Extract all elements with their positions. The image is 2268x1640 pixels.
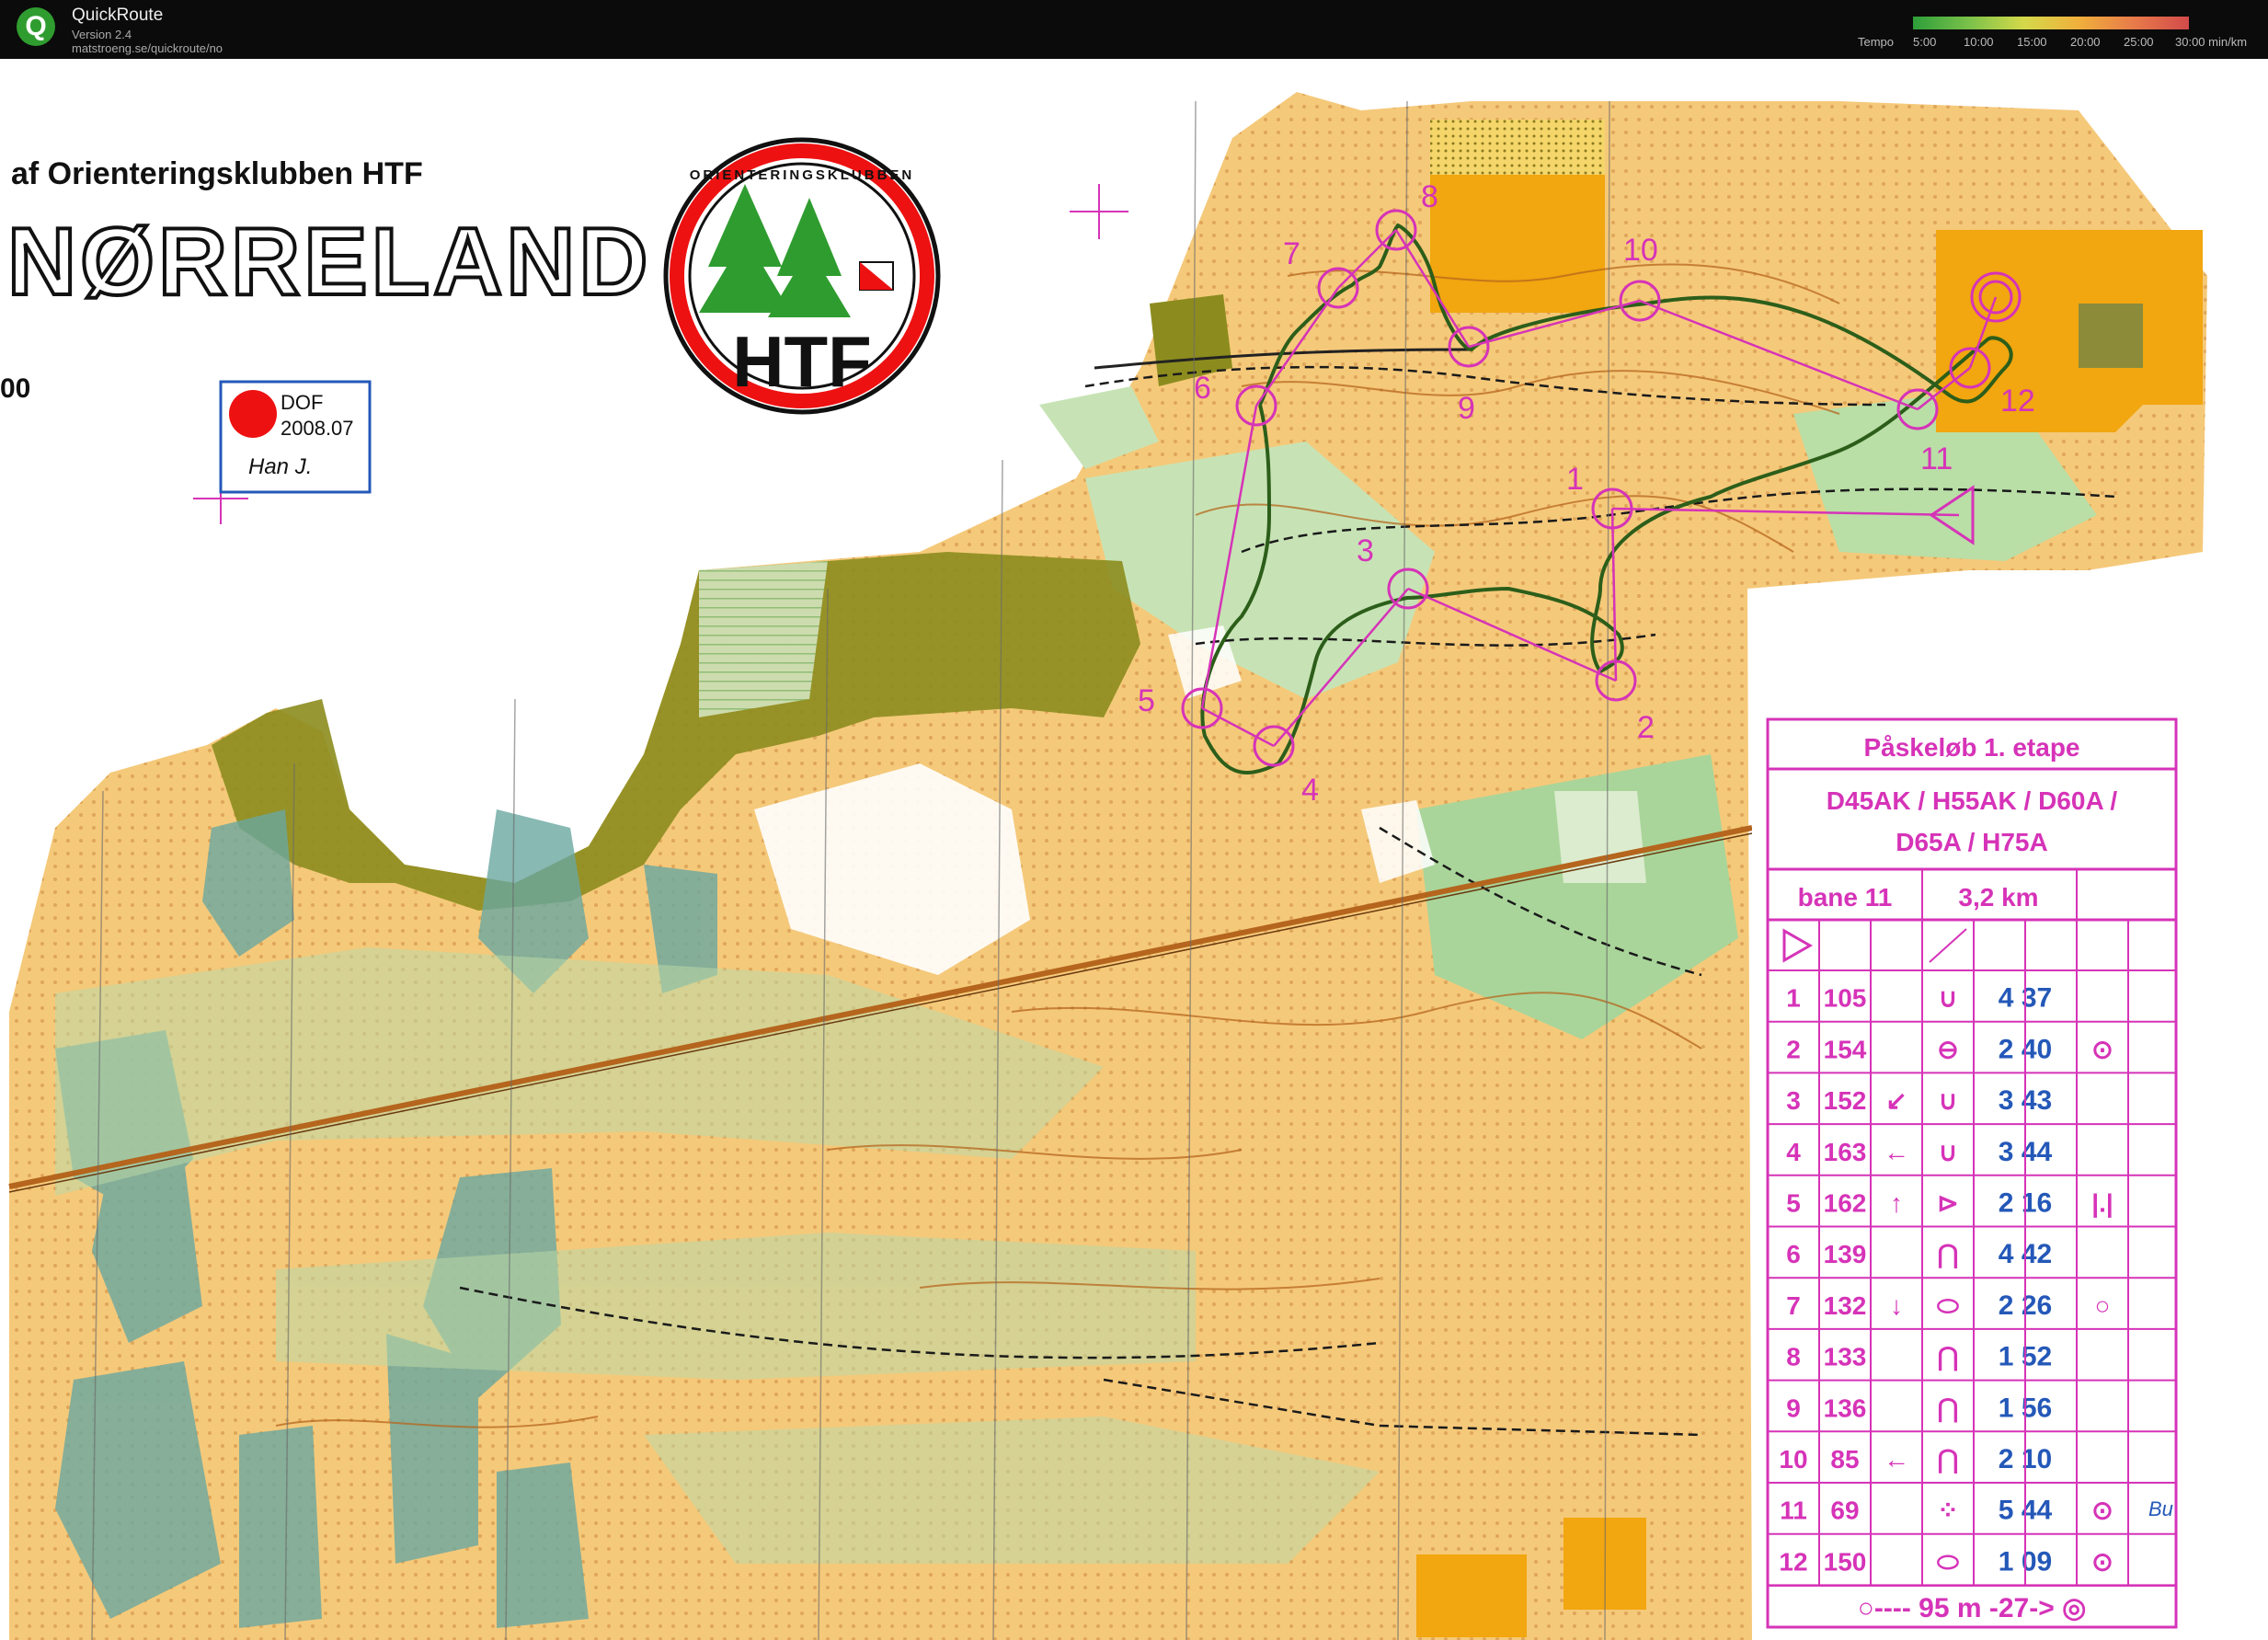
table-cell-code: 154 (1824, 1035, 1867, 1063)
table-cell-feat: ⋂ (1938, 1343, 1959, 1371)
table-cell-extra: ○ (2095, 1291, 2111, 1320)
control-number: 3 (1357, 533, 1374, 568)
table-cell-extra: ⊙ (2091, 1547, 2113, 1576)
table-cell-code: 162 (1824, 1189, 1867, 1218)
table-cell-feat: ⁘ (1937, 1497, 1958, 1525)
table-cell-extra: |.| (2091, 1189, 2113, 1218)
club-line: af Orienteringsklubben HTF (11, 156, 423, 191)
table-cell-feat: ∪ (1939, 1138, 1958, 1166)
table-cell-num: 9 (1786, 1393, 1801, 1422)
table-cell-code: 150 (1824, 1547, 1867, 1576)
course-classes-line2: D65A / H75A (1896, 828, 2047, 856)
open-field (1416, 1554, 1527, 1637)
table-cell-num: 6 (1786, 1240, 1801, 1268)
course-classes-line1: D45AK / H55AK / D60A / (1827, 786, 2118, 815)
table-cell-code: 152 (1824, 1086, 1867, 1115)
table-cell-code: 136 (1824, 1393, 1867, 1422)
open-field (1430, 120, 1605, 175)
table-cell-num: 4 (1786, 1138, 1801, 1166)
control-number: 5 (1138, 683, 1155, 718)
dof-logo-icon (229, 390, 277, 438)
control-number: 9 (1458, 391, 1475, 426)
table-cell-feat: ∪ (1939, 984, 1958, 1013)
table-cell-num: 12 (1779, 1547, 1807, 1576)
table-cell-feat: ⋂ (1938, 1445, 1959, 1474)
table-cell-code: 133 (1824, 1343, 1867, 1371)
table-cell-num: 8 (1786, 1343, 1801, 1371)
dof-label: DOF (281, 391, 323, 414)
app-name: QuickRoute (72, 6, 164, 25)
table-cell-feat: ⋂ (1938, 1393, 1959, 1422)
table-cell-dir: ← (1884, 1138, 1909, 1166)
control-number: 4 (1301, 773, 1319, 808)
quickroute-logo-icon: Q (17, 7, 55, 46)
scale-fragment: 00 (0, 373, 30, 404)
table-cell-extra: ⊙ (2091, 1035, 2113, 1063)
open-field (1430, 175, 1605, 313)
app-version: Version 2.4 (72, 28, 132, 41)
orienteering-map[interactable]: 1 2 3 4 5 6 7 8 9 10 11 12 af Orienterin… (0, 59, 2268, 1640)
table-cell-num: 3 (1786, 1086, 1801, 1115)
control-description-table: Påskeløb 1. etape D45AK / H55AK / D60A /… (1752, 699, 2218, 1640)
club-badge-ring-text: ORIENTERINGSKLUBBEN (690, 167, 915, 183)
table-cell-num: 5 (1786, 1189, 1801, 1218)
table-cell-dir: ← (1884, 1445, 1909, 1474)
forest-area (1554, 791, 1646, 883)
table-cell-num: 10 (1779, 1445, 1807, 1474)
open-field (1936, 230, 2203, 432)
control-number: 10 (1623, 233, 1658, 268)
table-cell-feat: ⊖ (1937, 1035, 1958, 1063)
tempo-tick: 10:00 (1964, 35, 1994, 49)
tempo-tick: 5:00 (1913, 35, 1937, 49)
tempo-tick: 30:00 min/km (2175, 35, 2248, 49)
table-cell-dir: ↓ (1890, 1291, 1903, 1320)
table-cell-code: 139 (1824, 1240, 1867, 1268)
course-length: 3,2 km (1958, 883, 2038, 912)
table-cell-feat: ⬭ (1937, 1547, 1959, 1576)
tempo-tick: 20:00 (2070, 35, 2101, 49)
club-badge: HTF ORIENTERINGSKLUBBEN (663, 137, 941, 415)
control-number: 2 (1637, 710, 1655, 745)
table-cell-num: 11 (1780, 1497, 1807, 1525)
control-number: 1 (1566, 462, 1584, 497)
margin-note: Bu (2148, 1497, 2173, 1520)
table-cell-feat: ⊳ (1937, 1189, 1958, 1218)
control-number: 6 (1194, 371, 1211, 406)
club-badge-text: HTF (732, 321, 872, 402)
app-url: matstroeng.se/quickroute/no (72, 41, 223, 55)
table-cell-code: 132 (1824, 1291, 1867, 1320)
table-cell-code: 69 (1830, 1497, 1859, 1525)
table-cell-num: 7 (1786, 1291, 1801, 1320)
table-cell-code: 105 (1824, 984, 1867, 1013)
table-cell-num: 1 (1786, 984, 1801, 1013)
table-cell-code: 163 (1824, 1138, 1867, 1166)
table-cell-feat: ∪ (1939, 1086, 1958, 1115)
table-cell-num: 2 (1786, 1035, 1801, 1063)
area-name: NØRRELAND (7, 209, 651, 315)
dof-signature: Han J. (248, 454, 312, 479)
tempo-label: Tempo (1858, 35, 1895, 49)
control-number: 8 (1421, 179, 1438, 214)
tempo-tick: 15:00 (2017, 35, 2047, 49)
tempo-color-scale (1913, 17, 2189, 29)
dof-year: 2008.07 (281, 417, 354, 440)
settlement-area (699, 561, 828, 717)
course-title: Påskeløb 1. etape (1863, 733, 2079, 762)
tempo-tick: 25:00 (2124, 35, 2154, 49)
building (2079, 304, 2143, 368)
table-cell-dir: ↑ (1890, 1189, 1903, 1218)
dof-stamp: DOF 2008.07 Han J. (219, 380, 372, 494)
control-number: 11 (1920, 442, 1953, 476)
app-titlebar: Q QuickRoute Version 2.4 matstroeng.se/q… (0, 0, 2268, 59)
control-number: 12 (2000, 384, 2035, 419)
table-cell-dir: ↙ (1885, 1086, 1907, 1115)
table-cell-extra: ⊙ (2091, 1497, 2113, 1525)
finish-row: ○---- 95 m -27-> ◎ (1858, 1593, 2087, 1623)
table-cell-feat: ⬭ (1937, 1291, 1959, 1320)
table-cell-feat: ⋂ (1938, 1240, 1959, 1268)
course-bane: bane 11 (1798, 883, 1893, 912)
control-number: 7 (1283, 236, 1300, 271)
table-cell-code: 85 (1830, 1445, 1859, 1474)
